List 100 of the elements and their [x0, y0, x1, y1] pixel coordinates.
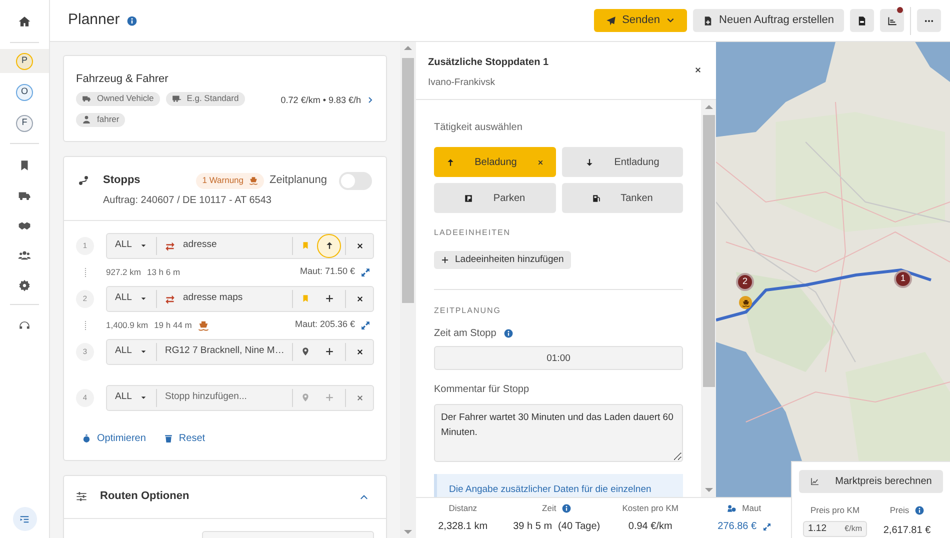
document-button[interactable]: [850, 9, 874, 32]
chart-icon: [887, 16, 897, 26]
profile-item[interactable]: P: [0, 49, 49, 73]
warning-badge: 1 Warnung: [196, 172, 264, 188]
market-price-button[interactable]: Marktpreis berechnen: [799, 470, 943, 493]
activity-button[interactable]: Tanken: [562, 183, 683, 213]
plus-icon: [441, 256, 449, 264]
reset-button[interactable]: Reset: [164, 430, 206, 446]
summary-value: 39 h 5 m: [513, 520, 552, 534]
leg-distance: 927.2 km: [106, 266, 141, 278]
activity-button[interactable]: Beladung: [434, 147, 556, 177]
summary-label: Distanz: [448, 502, 478, 514]
chevron-right-icon[interactable]: [366, 96, 374, 104]
summary-value: 0.94 €/km: [628, 520, 672, 534]
toll-text: Maut: 205.36 €: [294, 318, 355, 332]
profile-item[interactable]: O: [0, 80, 49, 104]
add-units-button[interactable]: Ladeeinheiten hinzufügen: [434, 251, 571, 269]
swap-icon[interactable]: [165, 294, 175, 304]
rate-text: 0.72 €/km • 9.83 €/h: [280, 94, 361, 106]
notice-text: Die Angabe zusätzlicher Daten für die einzelnen: [449, 484, 652, 495]
price-label: Preis: [890, 504, 910, 517]
swap-icon[interactable]: [165, 240, 175, 250]
stop-input[interactable]: Stopp hinzufügen...: [165, 390, 292, 405]
stop-field[interactable]: ALL adresse maps: [106, 286, 374, 312]
users-icon[interactable]: [18, 249, 31, 262]
profile-item[interactable]: F: [0, 111, 49, 135]
caret-icon: [140, 242, 147, 249]
stop-field[interactable]: ALL RG12 7 Bracknell, Nine M…: [106, 338, 374, 364]
info-icon[interactable]: [562, 504, 572, 512]
close-icon[interactable]: [356, 242, 364, 250]
expand-icon[interactable]: [361, 268, 370, 276]
vehicle-tag[interactable]: E.g. Standard: [166, 92, 245, 106]
section-heading: LADEEINHEITEN: [434, 227, 512, 239]
info-icon[interactable]: [126, 16, 137, 26]
summary-label: Maut: [742, 502, 762, 514]
activity-button[interactable]: Entladung: [562, 147, 683, 177]
field-label: Zeit am Stopp: [434, 327, 496, 341]
file-plus-icon: [703, 16, 714, 26]
settings-icon[interactable]: [18, 279, 31, 292]
scrollbar[interactable]: [400, 42, 416, 538]
scheduling-toggle[interactable]: [339, 172, 372, 190]
type-dropdown[interactable]: ALL: [107, 236, 157, 254]
price-per-km-field[interactable]: 1.12 €/km: [803, 520, 867, 537]
indent-icon: [19, 514, 30, 524]
panel-title: Zusätzliche Stoppdaten 1: [428, 56, 550, 70]
info-icon[interactable]: [915, 506, 924, 515]
optimize-button[interactable]: Optimieren: [82, 430, 146, 446]
stop-field[interactable]: ALL adresse: [106, 232, 374, 258]
summary-value: 276.86 €: [718, 520, 757, 534]
send-button[interactable]: Senden: [594, 9, 688, 32]
chevron-down-icon: [666, 16, 676, 25]
activity-button[interactable]: Parken: [434, 183, 556, 213]
caret-icon: [140, 348, 147, 355]
pin-icon[interactable]: [300, 347, 310, 356]
caret-icon: [140, 394, 147, 401]
info-icon[interactable]: [504, 329, 514, 338]
headset-icon[interactable]: [18, 319, 31, 332]
address-text: RG12 7 Bracknell, Nine M…: [165, 344, 284, 358]
field-value: 1.12: [808, 522, 826, 536]
comment-textarea[interactable]: Der Fahrer wartet 30 Minuten und das Laden dauert 60 Minuten.: [434, 404, 683, 462]
leg-connector: [84, 320, 86, 330]
time-input[interactable]: 01:00: [434, 346, 683, 370]
price-label: Preis pro KM: [810, 504, 860, 517]
summary-value: 2,328.1 km: [438, 520, 488, 534]
stopwatch-icon: [82, 434, 91, 442]
person-icon: [82, 115, 91, 124]
plus-icon: [324, 347, 334, 356]
toll-icon: [727, 504, 736, 512]
scrollbar[interactable]: [701, 100, 716, 497]
route-icon: [78, 174, 89, 186]
leg-time: 19 h 44 m: [154, 318, 192, 332]
home-icon[interactable]: [18, 14, 31, 28]
close-icon[interactable]: [694, 66, 702, 74]
caret-icon: [140, 295, 147, 302]
panel-subtitle: Ivano-Frankivsk: [428, 76, 496, 90]
new-order-button[interactable]: Neuen Auftrag erstellen: [693, 9, 844, 32]
arrow-down-icon: [585, 158, 594, 166]
vehicle-tag[interactable]: fahrer: [76, 112, 126, 126]
vehicle-tag[interactable]: Owned Vehicle: [76, 92, 160, 106]
ferry-icon: [742, 298, 750, 306]
close-icon: [536, 158, 544, 166]
leg-time: 13 h 6 m: [146, 266, 180, 278]
expand-icon[interactable]: [762, 522, 771, 531]
arrow-up-icon: [446, 158, 455, 166]
type-dropdown[interactable]: ALL: [107, 342, 157, 360]
arrow-up-icon: [324, 241, 334, 250]
profile-badge: P: [16, 52, 33, 70]
stop-field[interactable]: ALL Stopp hinzufügen...: [106, 384, 374, 410]
profile-badge: O: [16, 84, 33, 100]
expand-icon[interactable]: [361, 320, 370, 330]
close-icon[interactable]: [356, 294, 364, 302]
section-title: Stopps: [103, 173, 140, 188]
trash-icon: [164, 434, 173, 442]
unit-text: €/km: [844, 522, 862, 535]
card-title: Fahrzeug & Fahrer: [76, 72, 170, 87]
type-dropdown[interactable]: ALL: [107, 388, 157, 406]
close-icon[interactable]: [356, 348, 364, 356]
menu-button[interactable]: [12, 507, 36, 531]
chart-button[interactable]: [880, 9, 904, 32]
type-dropdown[interactable]: ALL: [107, 290, 157, 308]
